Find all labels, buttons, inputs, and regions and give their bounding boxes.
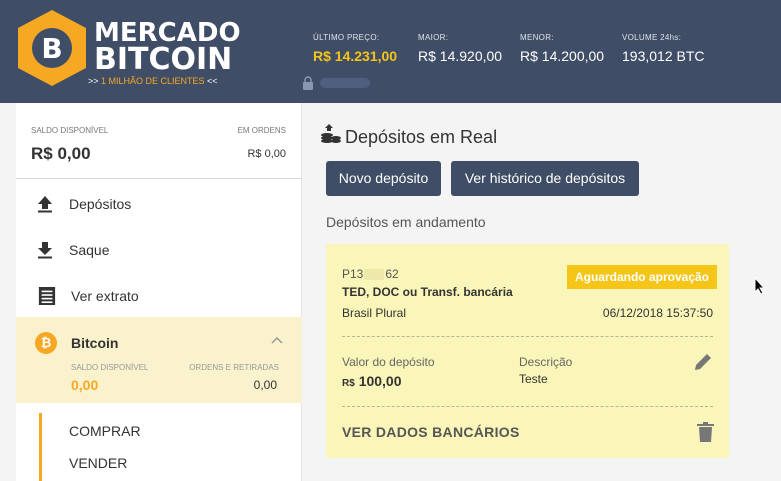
btc-orders-label: ORDENS E RETIRADAS <box>189 363 279 372</box>
chevron-up-icon[interactable] <box>270 335 284 345</box>
download-icon <box>38 242 52 259</box>
coins-deposit-icon <box>321 124 341 143</box>
view-bank-data-link[interactable]: VER DADOS BANCÁRIOS <box>342 424 520 440</box>
sidebar: SALDO DISPONÍVEL EM ORDENS R$ 0,00 R$ 0,… <box>16 103 302 481</box>
bitcoin-logo-icon[interactable]: B <box>15 8 89 88</box>
stat-volume: VOLUME 24hs: 193,012 BTC <box>622 33 705 64</box>
deposit-history-button[interactable]: Ver histórico de depósitos <box>451 161 639 196</box>
submenu-indicator <box>39 413 42 481</box>
deposit-code: P13 62 <box>342 267 399 281</box>
sidebar-item-comprar[interactable]: COMPRAR <box>69 423 141 439</box>
bitcoin-wallet-panel[interactable]: ₿ Bitcoin SALDO DISPONÍVEL ORDENS E RETI… <box>16 317 302 403</box>
deposit-value: R$ 100,00 <box>342 373 402 389</box>
btc-orders-value: 0,00 <box>253 378 277 392</box>
balance-label: SALDO DISPONÍVEL <box>31 126 109 135</box>
sidebar-item-depositos[interactable]: Depósitos <box>16 180 302 226</box>
deposit-card: P13 62 Aguardando aprovação TED, DOC ou T… <box>326 244 729 458</box>
description-label: Descrição <box>519 355 573 369</box>
new-deposit-button[interactable]: Novo depósito <box>326 161 441 196</box>
sidebar-item-vender[interactable]: VENDER <box>69 455 127 471</box>
in-progress-heading: Depósitos em andamento <box>326 214 486 230</box>
deposit-value-label: Valor do depósito <box>342 355 435 369</box>
upload-icon <box>38 196 52 213</box>
orders-label: EM ORDENS <box>237 126 286 135</box>
sidebar-item-label: Ver extrato <box>71 288 139 304</box>
balance-summary: SALDO DISPONÍVEL EM ORDENS R$ 0,00 R$ 0,… <box>16 103 302 179</box>
svg-text:B: B <box>41 32 62 65</box>
statement-icon <box>38 287 56 305</box>
deposit-method: TED, DOC ou Transf. bancária <box>342 285 513 299</box>
orders-value: R$ 0,00 <box>247 148 286 160</box>
status-badge: Aguardando aprovação <box>566 265 717 289</box>
balance-value: R$ 0,00 <box>31 144 91 163</box>
divider <box>342 406 713 407</box>
btc-available-value: 0,00 <box>71 377 99 393</box>
sidebar-item-saque[interactable]: Saque <box>16 226 302 272</box>
lock-icon <box>303 76 313 90</box>
sidebar-item-label: Saque <box>69 242 110 258</box>
sidebar-item-extrato[interactable]: Ver extrato <box>16 272 302 318</box>
divider <box>342 336 713 337</box>
edit-pencil-icon[interactable] <box>693 352 713 372</box>
stat-low: MENOR: R$ 14.200,00 <box>520 33 605 64</box>
brand-line2: BITCOIN <box>94 42 233 77</box>
deposit-bank: Brasil Plural <box>342 306 407 320</box>
bitcoin-coin-icon: ₿ <box>35 332 57 354</box>
stat-last-price: ÚLTIMO PREÇO: R$ 14.231,00 <box>313 33 398 64</box>
description-value: Teste <box>519 372 548 386</box>
mouse-pointer-icon <box>754 277 766 295</box>
brand-tagline: >> 1 MILHÃO DE CLIENTES << <box>88 76 218 86</box>
wallet-name: Bitcoin <box>71 335 119 351</box>
trash-icon[interactable] <box>697 422 714 442</box>
user-account-menu[interactable] <box>320 78 370 88</box>
stat-high: MAIOR: R$ 14.920,00 <box>418 33 503 64</box>
deposit-datetime: 06/12/2018 15:37:50 <box>602 306 713 320</box>
top-header: B MERCADO BITCOIN >> 1 MILHÃO DE CLIENTE… <box>0 0 781 103</box>
btc-available-label: SALDO DISPONÍVEL <box>71 363 149 372</box>
sidebar-item-label: Depósitos <box>69 196 132 212</box>
page-title: Depósitos em Real <box>345 127 498 147</box>
